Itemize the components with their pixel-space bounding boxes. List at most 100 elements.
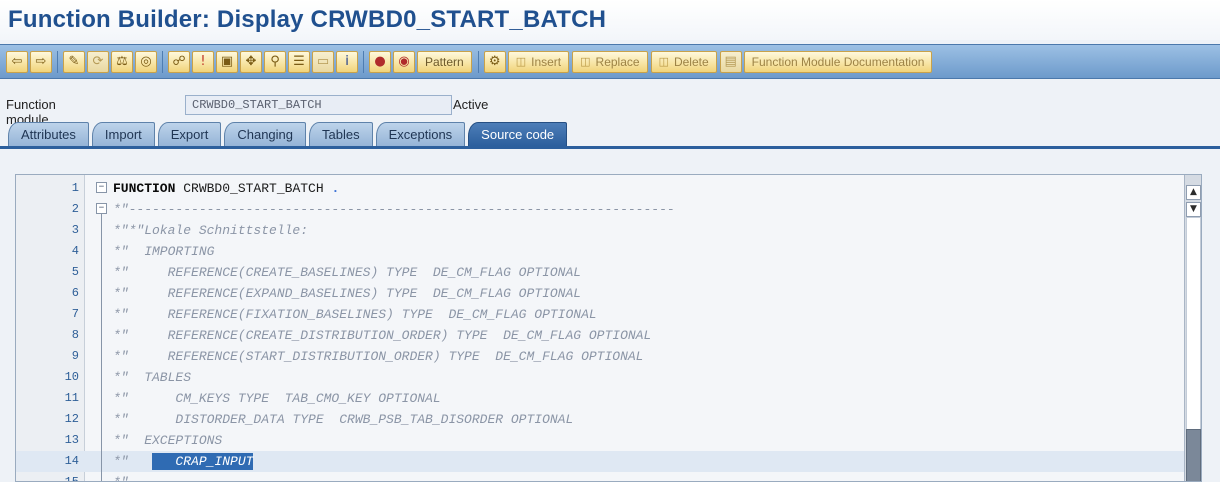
line-number: 11 — [64, 391, 79, 405]
line-number: 15 — [64, 475, 79, 482]
code-text: *"--------------------------------------… — [113, 202, 675, 217]
navigation-icon[interactable]: ⚲ — [264, 50, 286, 73]
collapse-comment-icon[interactable]: − — [96, 203, 107, 214]
scroll-track[interactable] — [1186, 217, 1201, 431]
line-number: 3 — [71, 223, 79, 237]
line-number: 6 — [71, 286, 79, 300]
code-text: *" DISTORDER_DATA TYPE CRWB_PSB_TAB_DISO… — [113, 412, 574, 427]
code-line[interactable]: 3 *"*"Lokale Schnittstelle: — [16, 220, 1184, 241]
code-text: *" TABLES — [113, 370, 192, 385]
tab-export[interactable]: Export — [157, 122, 222, 146]
code-line[interactable]: 1 FUNCTION CRWBD0_START_BATCH . — [16, 178, 1184, 199]
function-module-documentation-button[interactable]: Function Module Documentation — [743, 50, 933, 73]
scroll-thumb[interactable] — [1186, 429, 1201, 481]
toolbar-separator — [57, 50, 58, 73]
code-text: *" CRAP_INPUT — [113, 453, 254, 470]
code-line[interactable]: 5 *" REFERENCE(CREATE_BASELINES) TYPE DE_… — [16, 262, 1184, 283]
code-line[interactable]: 2 *"-------------------------------------… — [16, 199, 1184, 220]
code-line[interactable]: 8 *" REFERENCE(CREATE_DISTRIBUTION_ORDER)… — [16, 325, 1184, 346]
code-text: *" REFERENCE(FIXATION_BASELINES) TYPE DE… — [113, 307, 597, 322]
code-line[interactable]: 9 *" REFERENCE(START_DISTRIBUTION_ORDER) … — [16, 346, 1184, 367]
info-icon[interactable]: ! — [192, 50, 214, 73]
code-text: *" EXCEPTIONS — [113, 433, 223, 448]
code-line[interactable]: 10 *" TABLES — [16, 367, 1184, 388]
help-icon[interactable]: i — [336, 50, 358, 73]
session-breakpoint-icon[interactable]: ◉ — [393, 50, 415, 73]
code-line[interactable]: 12 *" DISTORDER_DATA TYPE CRWB_PSB_TAB_DI… — [16, 409, 1184, 430]
edit-toggle-icon[interactable]: ✎ — [63, 50, 85, 73]
tab-strip: Attributes Import Export Changing Tables… — [8, 122, 570, 146]
code-line[interactable]: 6 *" REFERENCE(EXPAND_BASELINES) TYPE DE_… — [16, 283, 1184, 304]
activate-icon[interactable]: ◎ — [135, 50, 157, 73]
back-icon[interactable]: ⇦ — [6, 50, 28, 73]
source-code-editor[interactable]: 1 FUNCTION CRWBD0_START_BATCH . 2 *"-------… — [15, 174, 1202, 482]
line-number: 10 — [64, 370, 79, 384]
line-number: 7 — [71, 307, 79, 321]
line-number: 12 — [64, 412, 79, 426]
code-text: *" REFERENCE(CREATE_DISTRIBUTION_ORDER) … — [113, 328, 652, 343]
function-module-field[interactable]: CRWBD0_START_BATCH — [185, 95, 452, 115]
replace-icon: ◫ — [580, 55, 591, 68]
activation-status: Active — [453, 97, 489, 112]
line-number: 8 — [71, 328, 79, 342]
code-text: *"--------------------------------------… — [113, 475, 675, 481]
display-object-list-icon[interactable]: ☰ — [288, 50, 310, 73]
code-text: *" CM_KEYS TYPE TAB_CMO_KEY OPTIONAL — [113, 391, 441, 406]
selected-text: CRAP_INPUT — [152, 453, 254, 470]
code-line[interactable]: 7 *" REFERENCE(FIXATION_BASELINES) TYPE D… — [16, 304, 1184, 325]
documentation-button-label: Function Module Documentation — [751, 54, 925, 69]
line-number: 13 — [64, 433, 79, 447]
syntax-check-icon[interactable]: ⚖ — [111, 50, 133, 73]
pattern-button[interactable]: Pattern — [417, 50, 472, 73]
toolbar-separator — [477, 50, 479, 73]
expand-icon[interactable]: ✥ — [240, 50, 262, 73]
delete-icon: ◫ — [658, 55, 669, 68]
code-line[interactable]: 13 *" EXCEPTIONS — [16, 430, 1184, 451]
insert-icon: ◫ — [515, 55, 527, 68]
code-text: *" REFERENCE(START_DISTRIBUTION_ORDER) T… — [113, 349, 644, 364]
pattern-button-label: Pattern — [425, 54, 464, 69]
code-line[interactable]: 15 *"------------------------------------… — [16, 472, 1184, 482]
fullscreen-icon[interactable]: ▣ — [216, 50, 238, 73]
code-text: *"*"Lokale Schnittstelle: — [113, 223, 309, 238]
code-text: *" IMPORTING — [113, 244, 215, 259]
scroll-up-icon[interactable]: ▲ — [1186, 185, 1201, 200]
application-toolbar: ⇦ ⇨ ✎ ⟳ ⚖ ◎ ☍ ! ▣ ✥ ⚲ ☰ ▭ i ● ◉ Pattern … — [0, 44, 1220, 79]
code-line[interactable]: 4 *" IMPORTING — [16, 241, 1184, 262]
line-number: 5 — [71, 265, 79, 279]
tab-changing[interactable]: Changing — [224, 122, 306, 146]
pretty-printer-icon[interactable]: ⚙ — [483, 50, 506, 73]
other-object-icon[interactable]: ⟳ — [87, 50, 109, 73]
code-text: *" REFERENCE(CREATE_BASELINES) TYPE DE_C… — [113, 265, 582, 280]
line-number: 4 — [71, 244, 79, 258]
forward-icon[interactable]: ⇨ — [30, 50, 52, 73]
toolbar-separator — [363, 50, 364, 73]
scroll-down-icon[interactable]: ▼ — [1186, 202, 1201, 217]
line-number: 1 — [71, 181, 79, 195]
where-used-icon[interactable]: ☍ — [168, 50, 190, 73]
tab-import[interactable]: Import — [91, 122, 155, 146]
replace-button[interactable]: ◫ Replace — [572, 50, 648, 73]
delete-button-label: Delete — [673, 54, 709, 69]
tab-source-code[interactable]: Source code — [468, 122, 568, 146]
window-title: Function Builder: Display CRWBD0_START_B… — [8, 6, 607, 33]
code-line[interactable]: 11 *" CM_KEYS TYPE TAB_CMO_KEY OPTIONAL — [16, 388, 1184, 409]
insert-button[interactable]: ◫ Insert — [507, 50, 570, 73]
vertical-scrollbar[interactable]: ▲ ▼ — [1184, 175, 1201, 481]
line-number: 14 — [64, 454, 79, 468]
window-icon[interactable]: ▭ — [312, 50, 334, 73]
insert-button-label: Insert — [531, 54, 562, 69]
code-text: *" REFERENCE(EXPAND_BASELINES) TYPE DE_C… — [113, 286, 582, 301]
delete-button[interactable]: ◫ Delete — [650, 50, 717, 73]
title-bar: Function Builder: Display CRWBD0_START_B… — [0, 0, 1220, 40]
toolbar-row: ⇦ ⇨ ✎ ⟳ ⚖ ◎ ☍ ! ▣ ✥ ⚲ ☰ ▭ i ● ◉ Pattern … — [6, 49, 935, 74]
tab-attributes[interactable]: Attributes — [8, 122, 89, 146]
collapse-block-icon[interactable]: − — [96, 182, 107, 193]
tab-exceptions[interactable]: Exceptions — [375, 122, 466, 146]
code-line[interactable]: 14 *" CRAP_INPUT — [16, 451, 1184, 472]
tab-tables[interactable]: Tables — [309, 122, 373, 146]
fold-guide-line — [101, 214, 102, 481]
line-number: 2 — [71, 202, 79, 216]
breakpoint-icon[interactable]: ● — [369, 50, 391, 73]
documentation-icon[interactable]: ▤ — [719, 50, 742, 73]
